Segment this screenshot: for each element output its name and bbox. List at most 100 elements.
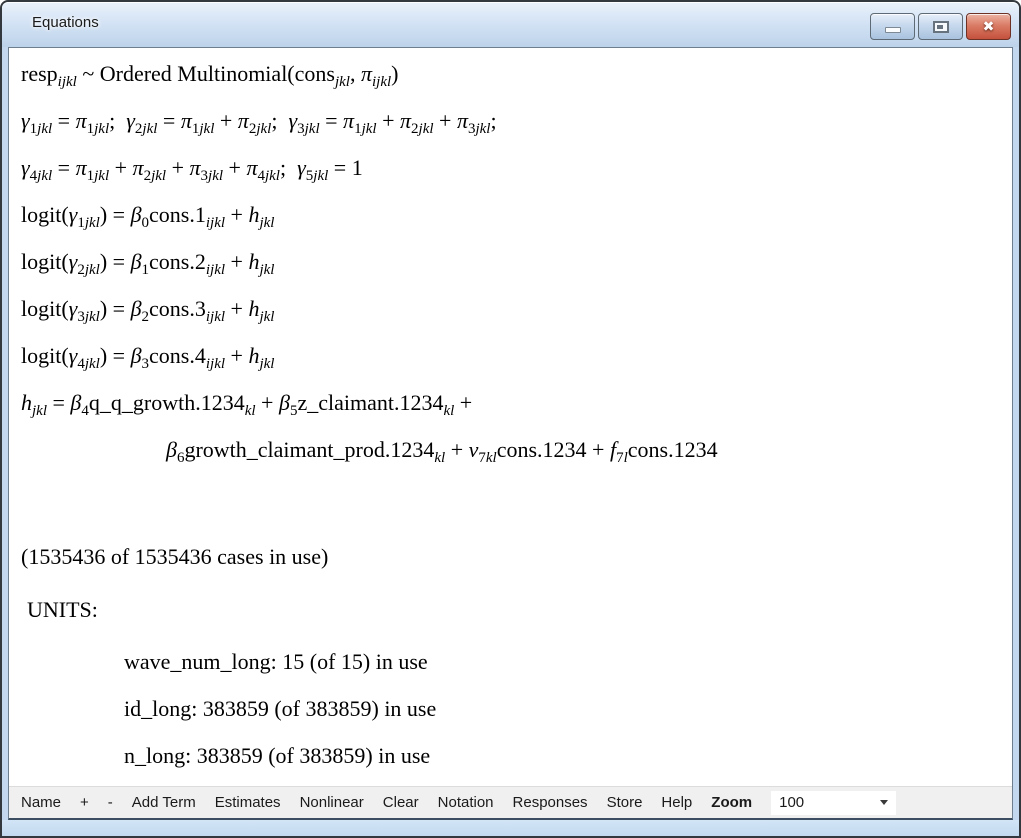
equation-line[interactable]: id_long: 383859 (of 383859) in use	[21, 685, 1012, 732]
toolbar-button-responses[interactable]: Responses	[513, 794, 588, 811]
equation-token: h	[21, 390, 32, 415]
toolbar-buttons: Name + - Add Term Estimates Nonlinear Clear Not…	[21, 794, 692, 811]
toolbar: Name + - Add Term Estimates Nonlinear Clear Not…	[9, 786, 1012, 818]
equation-token: jkl	[362, 121, 377, 137]
equation-token: 0	[142, 215, 150, 231]
equation-line[interactable]: n_long: 383859 (of 383859) in use	[21, 732, 1012, 779]
equation-line[interactable]: logit(γ2jkl) = β1cons.2ijkl + hjkl	[21, 238, 1012, 285]
equation-token: β	[131, 202, 142, 227]
equation-line[interactable]: logit(γ4jkl) = β3cons.4ijkl + hjkl	[21, 332, 1012, 379]
equation-token: π	[76, 155, 87, 180]
equation-line[interactable]: respijkl ~ Ordered Multinomial(consjkl, …	[21, 50, 1012, 97]
toolbar-button-help[interactable]: Help	[661, 794, 692, 811]
equation-token: π	[400, 108, 411, 133]
equation-token: cons.3	[149, 296, 206, 321]
equation-token: wave_num_long: 15 (of 15) in use	[124, 649, 428, 674]
equation-token: logit(	[21, 249, 69, 274]
equation-line[interactable]: logit(γ1jkl) = β0cons.1ijkl + hjkl	[21, 191, 1012, 238]
equation-token: ;	[490, 108, 496, 133]
equation-token: jkl	[37, 121, 52, 137]
equation-token: π	[246, 155, 257, 180]
toolbar-button-clear[interactable]: Clear	[383, 794, 419, 811]
equation-token: =	[52, 108, 75, 133]
equation-token: γ	[21, 155, 30, 180]
equation-token: cons.4	[149, 343, 206, 368]
equation-token: ijkl	[206, 215, 225, 231]
toolbar-button-store[interactable]: Store	[607, 794, 643, 811]
equation-token: ) =	[100, 296, 131, 321]
equation-token: (1535436 of 1535436 cases in use)	[21, 544, 328, 569]
equation-token: 1	[87, 121, 95, 137]
window-body: respijkl ~ Ordered Multinomial(consjkl, …	[8, 47, 1013, 820]
equation-line[interactable]: γ4jkl = π1jkl + π2jkl + π3jkl + π4jkl; γ…	[21, 144, 1012, 191]
equation-token: 3	[77, 309, 85, 325]
toolbar-button-minus[interactable]: -	[108, 794, 113, 811]
equation-line[interactable]: β6growth_claimant_prod.1234kl + v7klcons…	[21, 426, 1012, 473]
equation-token: h	[248, 202, 259, 227]
equation-line[interactable]: γ1jkl = π1jkl; γ2jkl = π1jkl + π2jkl; γ3…	[21, 97, 1012, 144]
equation-line[interactable]: logit(γ3jkl) = β2cons.3ijkl + hjkl	[21, 285, 1012, 332]
equation-token: π	[361, 61, 372, 86]
equation-line[interactable]: UNITS:	[21, 586, 1012, 633]
window-bottom-frame	[2, 820, 1019, 836]
equation-token: π	[181, 108, 192, 133]
equation-token: jkl	[85, 309, 100, 325]
equation-token: 2	[77, 262, 85, 278]
equation-token: π	[343, 108, 354, 133]
equation-token: β	[279, 390, 290, 415]
toolbar-button-plus[interactable]: +	[80, 794, 89, 811]
equation-token: 4	[257, 168, 265, 184]
equation-token: resp	[21, 61, 58, 86]
equation-token: jkl	[151, 168, 166, 184]
equation-line[interactable]: hjkl = β4q_q_growth.1234kl + β5z_claiman…	[21, 379, 1012, 426]
equation-token: jkl	[85, 215, 100, 231]
equation-token: 7	[616, 450, 624, 466]
equation-token: jkl	[259, 262, 274, 278]
toolbar-button-name[interactable]: Name	[21, 794, 61, 811]
equation-line[interactable]: (1535436 of 1535436 cases in use)	[21, 533, 1012, 580]
title-bar[interactable]: Equations ✖	[2, 2, 1019, 47]
equations-list: respijkl ~ Ordered Multinomial(consjkl, …	[9, 48, 1012, 779]
maximize-icon	[933, 21, 949, 33]
dropdown-arrow-icon	[880, 800, 888, 805]
equation-token: ) =	[100, 202, 131, 227]
equation-token: +	[166, 155, 189, 180]
equation-token: β	[166, 437, 177, 462]
equation-token: +	[225, 296, 248, 321]
equation-token: =	[157, 108, 180, 133]
equation-token: cons.1234	[628, 437, 718, 462]
equation-token: kl	[443, 403, 454, 419]
equation-token: n_long: 383859 (of 383859) in use	[124, 743, 430, 768]
equation-token: )	[391, 61, 398, 86]
zoom-combobox[interactable]: 100	[771, 791, 896, 815]
equation-token: ~ Ordered Multinomial(cons	[77, 61, 335, 86]
equation-token: π	[238, 108, 249, 133]
equation-token: jkl	[199, 121, 214, 137]
toolbar-button-add-term[interactable]: Add Term	[132, 794, 196, 811]
equation-token: 3	[201, 168, 209, 184]
zoom-label: Zoom	[711, 794, 752, 811]
equation-token: ijkl	[206, 262, 225, 278]
equation-token: π	[457, 108, 468, 133]
equation-token: β	[131, 296, 142, 321]
window-title: Equations	[32, 14, 99, 31]
equation-token: jkl	[335, 74, 350, 90]
equation-token: +	[225, 202, 248, 227]
equation-token: h	[248, 296, 259, 321]
equation-line[interactable]: wave_num_long: 15 (of 15) in use	[21, 638, 1012, 685]
equation-token: = 1	[328, 155, 362, 180]
toolbar-button-nonlinear[interactable]: Nonlinear	[300, 794, 364, 811]
equation-token: jkl	[305, 121, 320, 137]
equation-token: growth_claimant_prod.1234	[184, 437, 434, 462]
equation-token: +	[454, 390, 477, 415]
equation-token: cons.1	[149, 202, 206, 227]
minimize-button[interactable]	[870, 13, 915, 40]
toolbar-button-estimates[interactable]: Estimates	[215, 794, 281, 811]
equation-token: γ	[21, 108, 30, 133]
close-button[interactable]: ✖	[966, 13, 1011, 40]
toolbar-button-notation[interactable]: Notation	[438, 794, 494, 811]
equation-token: =	[47, 390, 70, 415]
equation-token: +	[223, 155, 246, 180]
maximize-button[interactable]	[918, 13, 963, 40]
equation-token: jkl	[419, 121, 434, 137]
